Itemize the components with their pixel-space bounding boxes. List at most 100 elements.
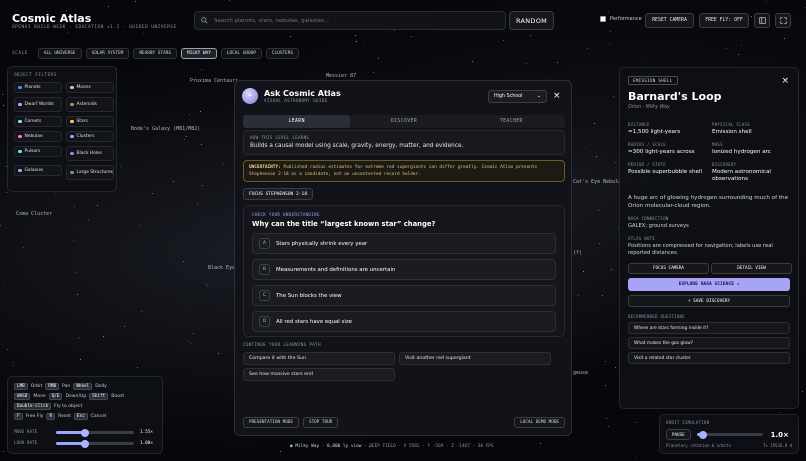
pause-button[interactable]: PAUSE <box>666 429 691 440</box>
guide-avatar: ✦ <box>242 88 258 104</box>
space-label[interactable]: Black Eye <box>208 265 235 271</box>
space-label[interactable]: Proxima Centauri <box>190 78 238 84</box>
star-dot <box>609 44 611 46</box>
filter-nebulae[interactable]: Nebulae <box>14 131 62 142</box>
panel-toggle-button[interactable] <box>754 13 770 28</box>
fact-item: RADIUS / SCALE ≈300 light-years across <box>628 142 712 156</box>
key-cap: Esc <box>73 413 88 420</box>
focus-stephenson-button[interactable]: FOCUS STEPHENSON 2-18 <box>243 188 314 200</box>
tab-learn[interactable]: LEARN <box>243 115 351 128</box>
answer-text: Measurements and definitions are uncerta… <box>276 266 396 273</box>
filter-color-icon <box>70 85 74 90</box>
filter-large-structures[interactable]: Large Structures <box>66 165 114 180</box>
fullscreen-button[interactable] <box>775 13 791 28</box>
key-cap: LMB <box>14 383 28 390</box>
fact-value: Ionized hydrogen arc <box>712 149 771 155</box>
key-hint-row: F Free Fly R Reset Esc Cancel <box>14 413 156 420</box>
filter-stars[interactable]: Stars <box>66 116 114 127</box>
space-label[interactable]: (f) <box>573 250 582 256</box>
answer-option[interactable]: D All red stars have equal size <box>252 311 556 332</box>
filter-black-holes[interactable]: Black Holes <box>66 146 114 161</box>
search-input[interactable] <box>214 17 494 24</box>
filter-planets[interactable]: Planets <box>14 82 62 93</box>
filter-asteroids[interactable]: Asteroids <box>66 97 114 112</box>
look-rate-value: 1.00× <box>140 441 153 446</box>
performance-checkbox[interactable] <box>600 16 606 22</box>
continue-item[interactable]: Compare it with the Sun <box>243 352 395 365</box>
uncertainty-label: UNCERTAINTY: <box>249 165 281 170</box>
filter-moons[interactable]: Moons <box>66 82 114 93</box>
check-heading: CHECK YOUR UNDERSTANDING <box>252 212 320 217</box>
key-cap: Wheel <box>73 383 93 390</box>
continue-item[interactable]: See how massive stars end <box>243 368 395 381</box>
level-select[interactable]: High School ⌄ <box>488 90 547 103</box>
scale-solar-system[interactable]: SOLAR SYSTEM <box>85 48 130 59</box>
star-dot <box>187 341 189 343</box>
detail-view-button[interactable]: DETAIL VIEW <box>711 263 792 274</box>
star-dot <box>78 337 80 339</box>
answer-option[interactable]: A Stars physically shrink every year <box>252 233 556 254</box>
orbit-speed-slider[interactable] <box>696 430 763 439</box>
presentation-mode-button[interactable]: PRESENTATION MODE <box>243 417 299 428</box>
tab-teacher[interactable]: TEACHER <box>458 115 565 128</box>
level-card: HOW THIS LEVEL LEARNS Builds a causal mo… <box>243 130 565 155</box>
close-icon[interactable]: × <box>553 91 561 101</box>
free-fly-button[interactable]: FREE FLY: OFF <box>699 13 749 28</box>
scale-local-group[interactable]: LOCAL GROUP <box>220 48 262 59</box>
filter-pulsars[interactable]: Pulsars <box>14 146 62 157</box>
scale-all-universe[interactable]: ALL UNIVERSE <box>37 48 82 59</box>
star-dot <box>597 210 599 212</box>
filter-clusters[interactable]: Clusters <box>66 131 114 142</box>
object-filters-panel: OBJECT FILTERS Planets Moons Dwarf Worlds A… <box>7 66 117 192</box>
answer-option[interactable]: B Measurements and definitions are uncert… <box>252 259 556 280</box>
performance-toggle[interactable]: Performance <box>600 16 642 22</box>
scale-nearby-stars[interactable]: NEARBY STARS <box>133 48 178 59</box>
save-discovery-button[interactable]: + SAVE DISCOVERY <box>628 295 790 307</box>
recommended-question[interactable]: Where are stars forming inside it? <box>628 322 790 334</box>
space-label[interactable]: Messier 87 <box>326 73 356 79</box>
atlas-text: Positions are compressed for navigation;… <box>628 243 773 256</box>
focus-camera-button[interactable]: FOCUS CAMERA <box>628 263 709 274</box>
look-rate-track[interactable] <box>56 439 134 448</box>
star-dot <box>615 161 617 163</box>
filter-label: Galaxies <box>24 168 44 173</box>
chevron-down-icon: ⌄ <box>536 94 541 99</box>
move-rate-track[interactable] <box>56 428 134 437</box>
move-rate-slider[interactable]: MOVE RATE 1.55× <box>14 428 158 437</box>
key-action: Dolly <box>95 384 107 389</box>
continue-item[interactable]: Visit another red supergiant <box>399 352 551 365</box>
object-facts: DISTANCE ≈1,500 light-years PHYSICAL CLASS… <box>628 122 790 183</box>
continue-grid: Compare it with the Sun Visit another re… <box>243 352 565 381</box>
star-dot <box>124 325 126 327</box>
close-icon[interactable]: × <box>781 77 789 86</box>
filter-galaxies[interactable]: Galaxies <box>14 165 62 176</box>
star-dot <box>152 193 154 195</box>
star-dot <box>173 181 175 183</box>
stop-tour-button[interactable]: STOP TOUR <box>302 417 339 428</box>
move-rate-knob[interactable] <box>80 428 89 437</box>
recommended-question[interactable]: Visit a related star cluster <box>628 352 790 364</box>
tab-discover[interactable]: DISCOVER <box>350 115 457 128</box>
top-bar: Cosmic Atlas OPENAI BUILD WEEK · EDUCATI… <box>0 0 806 40</box>
random-button[interactable]: RANDOM <box>509 11 554 30</box>
look-rate-knob[interactable] <box>80 439 89 448</box>
star-dot <box>179 179 181 181</box>
recommended-question[interactable]: What makes the gas glow? <box>628 337 790 349</box>
filter-dwarf-worlds[interactable]: Dwarf Worlds <box>14 97 62 112</box>
star-dot <box>545 77 547 79</box>
answer-option[interactable]: C The Sun blocks the view <box>252 285 556 306</box>
space-label[interactable]: Coma Cluster <box>16 211 52 217</box>
star-dot <box>595 155 597 157</box>
orbit-speed-knob[interactable] <box>699 430 708 439</box>
scale-clusters[interactable]: CLUSTERS <box>265 48 300 59</box>
search-bar[interactable] <box>194 11 506 30</box>
key-hints: LMB Orbit RMB Pan Wheel Dolly WASD Move Q/E Down/… <box>14 383 156 420</box>
reset-camera-button[interactable]: RESET CAMERA <box>645 13 694 28</box>
scale-milky-way[interactable]: MILKY WAY <box>181 48 217 59</box>
filter-comets[interactable]: Comets <box>14 116 62 127</box>
filter-label: Stars <box>76 119 88 124</box>
space-label[interactable]: Bode's Galaxy (M81/M82) <box>131 126 200 132</box>
explore-nasa-button[interactable]: EXPLORE NASA SCIENCE ↗ <box>628 278 790 291</box>
look-rate-slider[interactable]: LOOK RATE 1.00× <box>14 439 158 448</box>
space-label[interactable]: geuse <box>573 370 588 376</box>
